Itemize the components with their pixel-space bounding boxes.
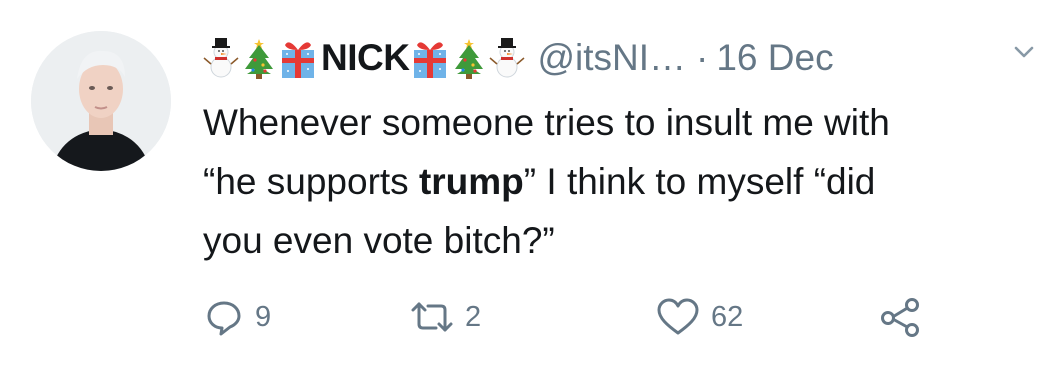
retweet-button[interactable]: 2 (409, 292, 481, 342)
tweet-text-segment: ” I think to myself “did (523, 161, 876, 202)
christmas-tree-icon (451, 36, 487, 80)
share-icon (881, 298, 919, 337)
tweet-text-line: “he supports trump” I think to myself “d… (203, 152, 1043, 211)
christmas-tree-icon (241, 36, 277, 80)
tweet-text-segment: “he supports (203, 161, 419, 202)
reply-count: 9 (255, 300, 272, 333)
tweet-text: Whenever someone tries to insult me with… (203, 93, 1043, 270)
heart-icon (657, 298, 699, 335)
gift-icon (411, 36, 449, 80)
avatar[interactable] (31, 31, 171, 171)
share-button[interactable] (879, 292, 923, 342)
reply-button[interactable]: 9 (203, 292, 271, 342)
tweet-actions: 9 2 62 (203, 292, 963, 342)
snowman-icon (203, 36, 239, 80)
like-count: 62 (711, 300, 744, 333)
tweet-text-line: Whenever someone tries to insult me with (203, 102, 890, 143)
chevron-down-icon[interactable] (1013, 44, 1035, 65)
gift-icon (279, 36, 317, 80)
tweet-header: NICK @itsNI… · 16 Dec (203, 30, 1033, 86)
retweet-count: 2 (465, 300, 482, 333)
snowman-icon (489, 36, 525, 80)
tweet-text-bold-word: trump (418, 161, 524, 202)
author-handle[interactable]: @itsNI… (537, 37, 686, 79)
reply-icon (207, 301, 241, 336)
author-name[interactable]: NICK (321, 37, 410, 79)
avatar-image (31, 31, 171, 171)
like-button[interactable]: 62 (655, 292, 743, 342)
tweet-text-line: you even vote bitch?” (203, 220, 555, 261)
retweet-icon (411, 302, 453, 332)
tweet-date[interactable]: 16 Dec (716, 37, 833, 79)
separator-dot: · (696, 37, 709, 78)
